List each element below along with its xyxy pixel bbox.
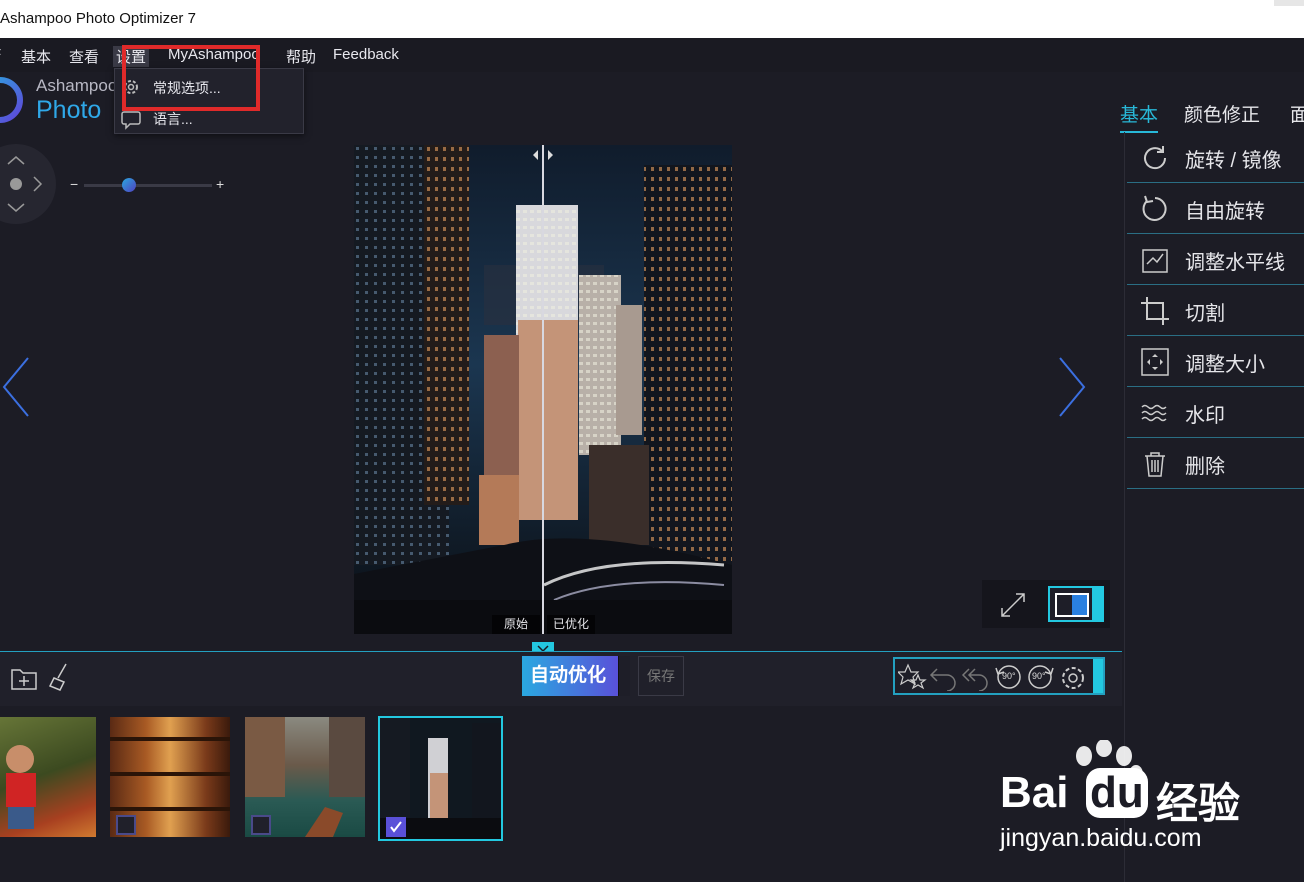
zoom-out-icon[interactable]: −	[70, 176, 78, 192]
split-arrows-icon[interactable]	[528, 148, 558, 162]
compare-split-handle[interactable]	[542, 145, 544, 634]
menu-view[interactable]: 查看	[69, 46, 99, 67]
tool-crop[interactable]: 切割	[1127, 285, 1304, 336]
watermark-bai: Bai	[1000, 768, 1069, 817]
zoom-track[interactable]	[84, 184, 212, 187]
thumbnail-venice[interactable]	[245, 717, 365, 837]
chevron-right-icon	[1059, 357, 1086, 417]
compare-mode-selector[interactable]	[1048, 586, 1104, 622]
add-folder-icon[interactable]	[10, 664, 38, 692]
thumbnail-checkbox-checked[interactable]	[386, 817, 406, 837]
red-highlight-box	[122, 45, 260, 111]
action-group-dropdown[interactable]	[1093, 659, 1103, 693]
broom-icon[interactable]	[46, 662, 74, 692]
level-horizon-icon	[1142, 249, 1168, 273]
rotate-mirror-icon	[1144, 146, 1167, 170]
logo-brand-text: Ashampoo	[36, 76, 118, 95]
tool-free-rotate[interactable]: 自由旋转	[1127, 183, 1304, 234]
rotate-right-button[interactable]: 90°	[1025, 664, 1057, 690]
tool-delete[interactable]: 删除	[1127, 438, 1304, 489]
watermark-url: jingyan.baidu.com	[1000, 824, 1202, 852]
rotate-left-button[interactable]: 90°	[992, 664, 1024, 690]
auto-optimize-dropdown[interactable]	[618, 656, 630, 696]
tool-watermark-label: 水印	[1185, 405, 1225, 427]
compare-mode-dropdown-arrow[interactable]	[1092, 588, 1102, 620]
free-rotate-icon	[1142, 195, 1167, 221]
zoom-slider[interactable]: − +	[70, 176, 230, 194]
auto-optimize-button[interactable]: 自动优化	[522, 656, 630, 696]
tool-delete-label: 删除	[1185, 456, 1225, 478]
auto-optimize-label: 自动优化	[530, 665, 607, 686]
tool-rotate-mirror[interactable]: 旋转 / 镜像	[1127, 132, 1304, 183]
previous-image-button[interactable]	[0, 356, 34, 418]
watermark-du: du	[1086, 768, 1148, 818]
right-tab-bar: 基本 颜色修正 面	[1120, 96, 1304, 133]
menu-basic[interactable]: 基本	[21, 46, 51, 67]
fullscreen-icon[interactable]	[998, 590, 1028, 620]
child-photo	[6, 745, 36, 829]
label-optimized: 已优化	[547, 615, 595, 634]
app-logo: Ashampoo Photo	[0, 72, 120, 132]
thumbnail-child[interactable]	[0, 717, 96, 837]
menu-feedback[interactable]: Feedback	[333, 46, 399, 63]
watermark-icon	[1141, 404, 1167, 422]
thumbnail-checkbox[interactable]	[251, 815, 271, 835]
zoom-in-icon[interactable]: +	[216, 176, 224, 192]
view-controls	[982, 580, 1110, 628]
tool-rotate-mirror-label: 旋转 / 镜像	[1185, 150, 1282, 172]
menu-help[interactable]: 帮助	[286, 46, 316, 67]
next-image-button[interactable]	[1054, 356, 1088, 418]
tool-resize-label: 调整大小	[1185, 354, 1265, 376]
star-rating-icon[interactable]	[898, 663, 928, 691]
tool-level-horizon[interactable]: 调整水平线	[1127, 234, 1304, 285]
tool-watermark[interactable]: 水印	[1127, 387, 1304, 438]
watermark-jingyan: 经验	[1156, 780, 1241, 827]
tool-resize[interactable]: 调整大小	[1127, 336, 1304, 387]
gear-icon[interactable]	[1059, 664, 1087, 692]
logo-product-text: Photo	[36, 96, 102, 124]
resize-icon	[1141, 348, 1169, 376]
speech-bubble-icon	[121, 111, 141, 130]
thumbnail-city-selected[interactable]	[378, 716, 503, 841]
baidu-watermark: Bai du 经验 jingyan.baidu.com	[996, 740, 1296, 860]
label-original: 原始	[492, 615, 540, 634]
title-bar-edge	[1274, 0, 1304, 6]
thumbnail-checkbox[interactable]	[116, 815, 136, 835]
rotate-left-label: 90°	[1002, 671, 1016, 681]
undo-all-icon[interactable]	[959, 665, 991, 691]
tab-more[interactable]: 面	[1290, 100, 1304, 127]
split-view-icon	[1055, 593, 1089, 617]
tool-free-rotate-label: 自由旋转	[1185, 201, 1265, 223]
menu-item-language-label: 语言...	[153, 111, 193, 127]
undo-icon[interactable]	[929, 665, 959, 691]
split-arrows-glyph	[533, 150, 553, 160]
action-button-group: 90° 90°	[893, 657, 1105, 695]
window-title-bar: Ashampoo Photo Optimizer 7	[0, 0, 1304, 38]
thumbnail-library[interactable]	[110, 717, 230, 837]
trash-icon	[1145, 452, 1165, 477]
tool-crop-label: 切割	[1185, 303, 1225, 325]
zoom-knob[interactable]	[121, 178, 136, 192]
rotate-right-label: 90°	[1032, 671, 1046, 681]
crop-icon	[1141, 297, 1169, 325]
window-title: Ashampoo Photo Optimizer 7	[0, 10, 196, 27]
chevron-left-icon	[2, 357, 29, 417]
tool-level-horizon-label: 调整水平线	[1185, 252, 1285, 274]
save-button[interactable]: 保存	[638, 656, 684, 696]
navigation-pad[interactable]	[0, 144, 56, 224]
tab-color-correction[interactable]: 颜色修正	[1184, 100, 1260, 127]
menu-file-fragment[interactable]: F	[0, 46, 1, 63]
nav-arrows-icon	[7, 156, 43, 212]
tab-basic[interactable]: 基本	[1120, 100, 1159, 133]
checkmark-icon	[390, 821, 402, 833]
logo-ring-icon	[0, 77, 23, 123]
